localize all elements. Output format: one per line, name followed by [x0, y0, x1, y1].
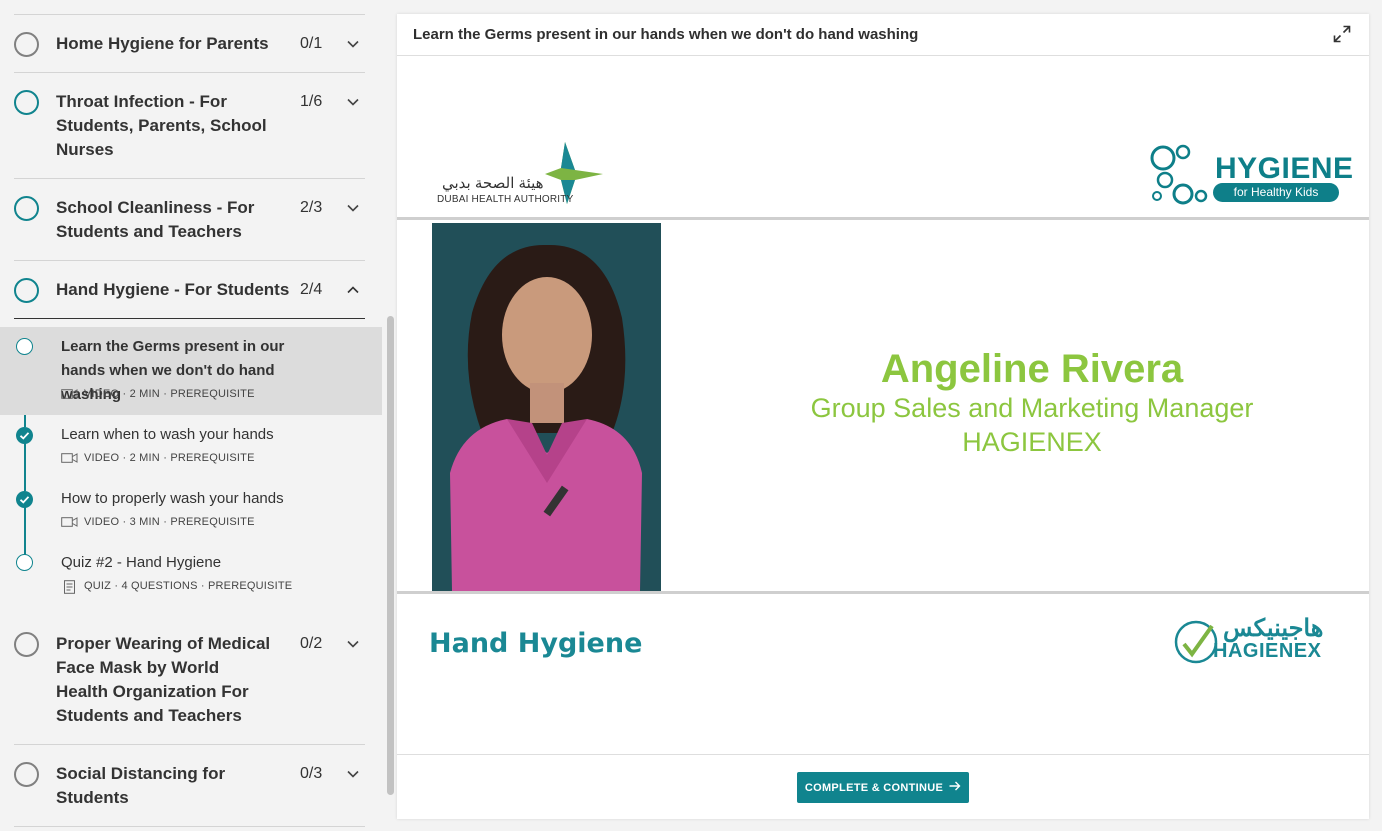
presenter-role: Group Sales and Marketing Manager [810, 393, 1254, 423]
chapter-title: Home Hygiene for Parents [56, 34, 269, 53]
lesson-title-heading: Learn the Germs present in our hands whe… [413, 26, 919, 43]
presenter-company: HAGIENEX [962, 427, 1102, 457]
chapter-title: Proper Wearing of Medical Face Mask by W… [56, 634, 271, 725]
progress-ring-icon [14, 632, 39, 657]
lesson-meta: QUIZ · 4 QUESTIONS · PREREQUISITE [61, 580, 293, 594]
chevron-down-icon[interactable] [346, 201, 360, 215]
progress-ring-icon [14, 32, 39, 57]
chevron-down-icon[interactable] [346, 37, 360, 51]
lesson-title: Quiz #2 - Hand Hygiene [61, 554, 222, 571]
scrollbar-thumb[interactable] [387, 316, 394, 795]
check-circle-icon [16, 491, 33, 508]
lesson-title: How to properly wash your hands [61, 490, 284, 507]
hygiene-logo-word: HYGIENE [1215, 152, 1354, 185]
chapter-school-cleanliness[interactable]: School Cleanliness - For Students and Te… [14, 179, 365, 261]
hagienex-english-name: HAGIENEX [1213, 640, 1322, 662]
video-player[interactable]: هيئة الصحة بدبي DUBAI HEALTH AUTHORITY H… [397, 56, 1369, 754]
lesson-meta: VIDEO · 2 MIN · PREREQUISITE [61, 452, 255, 464]
lesson-meta-text: VIDEO · 3 MIN · PREREQUISITE [84, 516, 255, 528]
complete-and-continue-button[interactable]: COMPLETE & CONTINUE [797, 772, 969, 803]
progress-ring-icon [14, 278, 39, 303]
chevron-down-icon[interactable] [346, 637, 360, 651]
lesson-item-properly-wash[interactable]: How to properly wash your hands VIDEO · … [0, 479, 382, 543]
chapter-title: Social Distancing for Students [56, 764, 226, 807]
lesson-meta: VIDEO · 2 MIN · PREREQUISITE [61, 388, 255, 400]
lesson-item-when-to-wash[interactable]: Learn when to wash your hands VIDEO · 2 … [0, 415, 382, 479]
lesson-footer: COMPLETE & CONTINUE [397, 754, 1369, 819]
check-circle-icon [16, 427, 33, 444]
lesson-meta-text: QUIZ · 4 QUESTIONS · PREREQUISITE [84, 580, 293, 592]
chapter-throat-infection[interactable]: Throat Infection - For Students, Parents… [14, 73, 365, 179]
lesson-item-germs[interactable]: Learn the Germs present in our hands whe… [0, 327, 382, 415]
lesson-meta: VIDEO · 3 MIN · PREREQUISITE [61, 516, 255, 528]
chapter-count: 0/2 [300, 635, 323, 652]
video-top-band: هيئة الصحة بدبي DUBAI HEALTH AUTHORITY H… [397, 56, 1369, 220]
chapter-home-hygiene[interactable]: Home Hygiene for Parents 0/1 [14, 15, 365, 73]
course-sidebar: Home Hygiene for Parents 0/1 Throat Infe… [0, 0, 383, 831]
hand-hygiene-title: Hand Hygiene [429, 628, 643, 659]
lesson-header: Learn the Germs present in our hands whe… [397, 14, 1369, 56]
progress-ring-icon [14, 762, 39, 787]
chapter-title: Hand Hygiene - For Students [56, 280, 290, 299]
chapter-social-distancing[interactable]: Social Distancing for Students 0/3 [14, 745, 365, 827]
dha-english-name: DUBAI HEALTH AUTHORITY [437, 194, 574, 205]
chapter-count: 0/3 [300, 765, 323, 782]
hagienex-arabic-name: هاجينيكس [1223, 615, 1324, 642]
chapter-title: School Cleanliness - For Students and Te… [56, 198, 255, 241]
arrow-right-icon [949, 781, 961, 794]
expand-icon[interactable] [1333, 25, 1351, 43]
chapter-count: 1/6 [300, 93, 323, 110]
video-mid-band: Angeline Rivera Group Sales and Marketin… [397, 223, 1369, 591]
video-camera-icon [61, 452, 78, 464]
sidebar-scrollbar[interactable] [384, 0, 396, 831]
lesson-meta-text: VIDEO · 2 MIN · PREREQUISITE [84, 452, 255, 464]
lesson-meta-text: VIDEO · 2 MIN · PREREQUISITE [84, 388, 255, 400]
progress-ring-icon [14, 90, 39, 115]
chevron-down-icon[interactable] [346, 95, 360, 109]
chapter-title: Throat Infection - For Students, Parents… [56, 92, 267, 159]
chapter-count: 2/3 [300, 199, 323, 216]
quiz-icon [61, 580, 78, 594]
chevron-up-icon[interactable] [346, 283, 360, 297]
lesson-content: Learn the Germs present in our hands whe… [397, 14, 1369, 819]
video-camera-icon [61, 388, 78, 400]
video-bottom-band: Hand Hygiene هاجينيكس HAGIENEX [397, 591, 1369, 754]
dha-arabic-name: هيئة الصحة بدبي [442, 175, 544, 192]
chevron-down-icon[interactable] [346, 767, 360, 781]
hygiene-logo-tagline: for Healthy Kids [1213, 183, 1339, 202]
chapter-face-mask[interactable]: Proper Wearing of Medical Face Mask by W… [14, 615, 365, 745]
video-camera-icon [61, 516, 78, 528]
lesson-status-open-icon [16, 554, 33, 571]
progress-ring-icon [14, 196, 39, 221]
cta-label: COMPLETE & CONTINUE [804, 781, 944, 794]
chapter-count: 0/1 [300, 35, 323, 52]
presenter-name: Angeline Rivera [880, 347, 1184, 391]
lesson-status-open-icon [16, 338, 33, 355]
chapter-hand-hygiene[interactable]: Hand Hygiene - For Students 2/4 [14, 261, 365, 319]
chapter-count: 2/4 [300, 281, 323, 298]
lesson-title: Learn when to wash your hands [61, 426, 274, 443]
lesson-item-quiz[interactable]: Quiz #2 - Hand Hygiene QUIZ · 4 QUESTION… [0, 543, 382, 615]
presenter-video-frame [432, 223, 661, 591]
